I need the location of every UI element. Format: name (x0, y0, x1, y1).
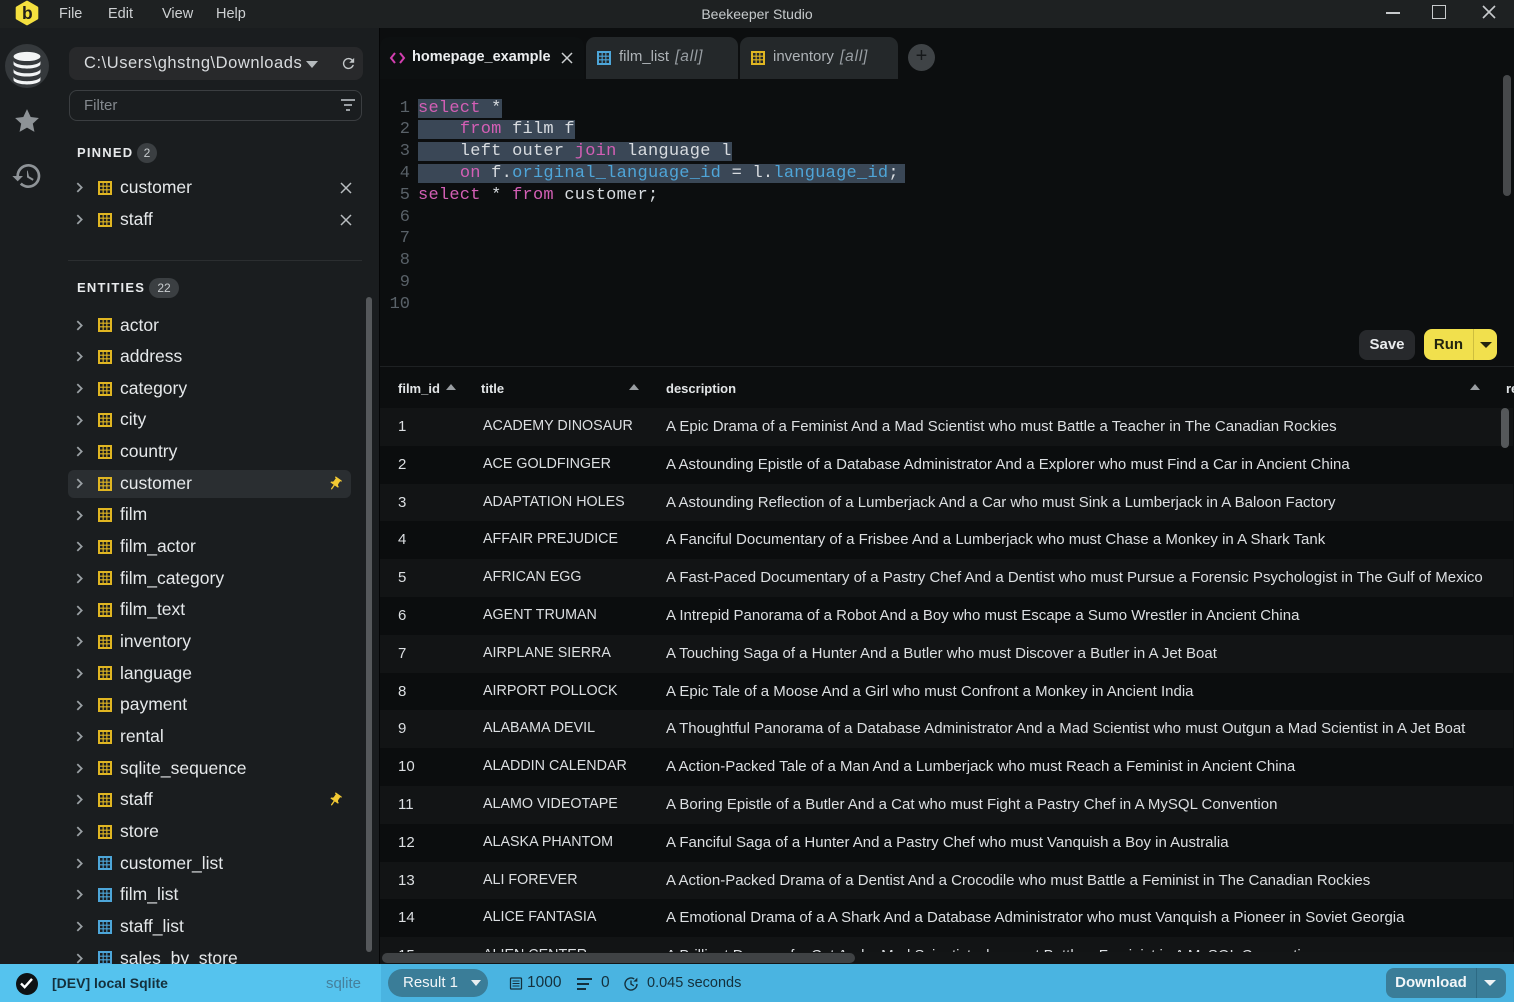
svg-text:b: b (22, 3, 33, 23)
